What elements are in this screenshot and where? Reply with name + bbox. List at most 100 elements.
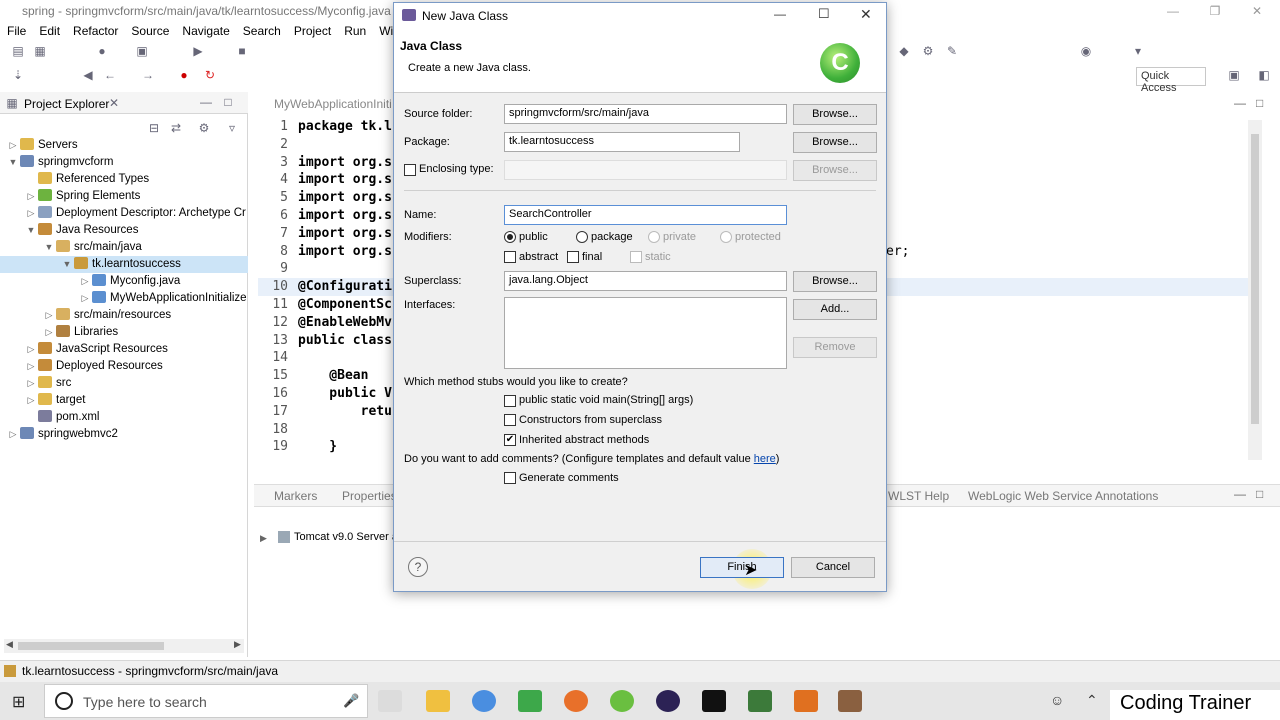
enclosing-type-checkbox[interactable] xyxy=(404,164,416,176)
collapsed-chevron-icon[interactable]: ▷ xyxy=(8,426,18,443)
editor-minimize-icon[interactable]: — xyxy=(1234,96,1246,110)
maximize-view-icon[interactable]: □ xyxy=(220,94,236,110)
view-menu-icon[interactable]: ▿ xyxy=(224,120,240,136)
dialog-maximize-icon[interactable]: ☐ xyxy=(818,6,830,22)
collapsed-chevron-icon[interactable]: ▷ xyxy=(44,324,54,341)
package-field[interactable]: tk.learntosuccess xyxy=(504,132,740,152)
tab-wlst-help[interactable]: WLST Help xyxy=(888,489,949,503)
menu-file[interactable]: File xyxy=(0,22,32,38)
active-app-icon[interactable] xyxy=(838,690,862,712)
record-icon[interactable]: ● xyxy=(176,67,192,83)
collapsed-chevron-icon[interactable]: ▷ xyxy=(80,290,90,307)
menu-project[interactable]: Project xyxy=(287,22,337,38)
chrome-icon[interactable] xyxy=(472,690,496,712)
modifier-private-radio[interactable] xyxy=(648,231,660,243)
add-interface-button[interactable]: Add... xyxy=(793,299,877,320)
stub-main-checkbox[interactable] xyxy=(504,395,516,407)
collapsed-chevron-icon[interactable]: ▷ xyxy=(26,188,36,205)
horizontal-scrollbar[interactable]: ◀ ▶ xyxy=(4,639,244,653)
tree-item[interactable]: ▷ JavaScript Resources xyxy=(0,341,248,358)
restore-icon[interactable]: ❐ xyxy=(1192,0,1238,22)
windows-start-icon[interactable]: ⊞ xyxy=(12,692,32,711)
browse-source-folder-button[interactable]: Browse... xyxy=(793,104,877,125)
superclass-field[interactable]: java.lang.Object xyxy=(504,271,787,291)
notepad-icon[interactable] xyxy=(748,690,772,712)
filter-icon[interactable]: ⚙ xyxy=(196,120,212,136)
expanded-chevron-icon[interactable]: ▼ xyxy=(8,154,18,171)
spring-tool-icon[interactable] xyxy=(610,690,634,712)
taskbar-search[interactable]: Type here to search 🎤 xyxy=(44,684,368,718)
menu-refactor[interactable]: Refactor xyxy=(66,22,124,38)
scroll-right-icon[interactable]: ▶ xyxy=(234,639,241,650)
collapsed-chevron-icon[interactable]: ▷ xyxy=(26,341,36,358)
static-checkbox[interactable] xyxy=(630,251,642,263)
gear-icon[interactable]: ⚙ xyxy=(920,43,936,59)
class-name-field[interactable]: SearchController xyxy=(504,205,787,225)
configure-templates-link[interactable]: here xyxy=(754,453,776,465)
camtasia-icon[interactable] xyxy=(518,690,542,712)
menu-navigate[interactable]: Navigate xyxy=(175,22,235,38)
tree-item[interactable]: ▷ Deployment Descriptor: Archetype Cr xyxy=(0,205,248,222)
tab-properties[interactable]: Properties xyxy=(342,489,397,503)
tree-item[interactable]: ▷ src xyxy=(0,375,248,392)
pin-icon[interactable]: ✎ xyxy=(944,43,960,59)
tree-item[interactable]: ▷ Deployed Resources xyxy=(0,358,248,375)
tree-item[interactable]: ▼ tk.learntosuccess xyxy=(0,256,248,273)
server-entry[interactable]: Tomcat v9.0 Server a xyxy=(294,531,398,543)
menu-source[interactable]: Source xyxy=(124,22,175,38)
help-icon[interactable]: ? xyxy=(408,557,428,577)
browse-package-button[interactable]: Browse... xyxy=(793,132,877,153)
tree-item[interactable]: ▷ Servers xyxy=(0,137,248,154)
browse-enclosing-type-button[interactable]: Browse... xyxy=(793,160,877,181)
terminal-icon[interactable] xyxy=(702,690,726,712)
stub-constructors-checkbox[interactable] xyxy=(504,414,516,426)
tray-chevron-icon[interactable]: ⌃ xyxy=(1086,692,1098,709)
back-icon[interactable]: ◀ xyxy=(80,67,96,83)
tree-item[interactable]: ▷ Libraries xyxy=(0,324,248,341)
people-icon[interactable]: ☺ xyxy=(1050,692,1064,708)
forward-arrow-icon[interactable]: → xyxy=(140,67,156,83)
tree-item[interactable]: ▷ springwebmvc2 xyxy=(0,426,248,443)
microphone-icon[interactable]: 🎤 xyxy=(343,693,359,709)
tree-item[interactable]: pom.xml xyxy=(0,409,248,426)
tree-item[interactable]: ▷ target xyxy=(0,392,248,409)
tree-item[interactable]: ▷ MyWebApplicationInitialize xyxy=(0,290,248,307)
scroll-left-icon[interactable]: ◀ xyxy=(6,639,13,650)
dropdown-icon[interactable]: ▾ xyxy=(1130,43,1146,59)
final-checkbox[interactable] xyxy=(567,251,579,263)
modifier-protected-radio[interactable] xyxy=(720,231,732,243)
collapsed-chevron-icon[interactable]: ▷ xyxy=(8,137,18,154)
expanded-chevron-icon[interactable]: ▼ xyxy=(62,256,72,273)
expand-icon[interactable]: ▶ xyxy=(260,533,267,544)
task-view-icon[interactable] xyxy=(378,690,402,712)
plugin-icon[interactable]: ◆ xyxy=(896,43,912,59)
source-folder-field[interactable]: springmvcform/src/main/java xyxy=(504,104,787,124)
console-icon[interactable]: ▣ xyxy=(134,43,150,59)
modifier-package-radio[interactable] xyxy=(576,231,588,243)
menu-search[interactable]: Search xyxy=(236,22,287,38)
tree-item[interactable]: ▷ Myconfig.java xyxy=(0,273,248,290)
modifier-public-radio[interactable] xyxy=(504,231,516,243)
editor-maximize-icon[interactable]: □ xyxy=(1256,96,1263,110)
collapsed-chevron-icon[interactable]: ▷ xyxy=(44,307,54,324)
tree-item[interactable]: ▼ springmvcform xyxy=(0,154,248,171)
minimize-view-icon[interactable]: — xyxy=(198,94,214,110)
firefox-icon[interactable] xyxy=(564,690,588,712)
java-ee-perspective-icon[interactable]: ◧ xyxy=(1256,67,1272,83)
collapsed-chevron-icon[interactable]: ▷ xyxy=(26,375,36,392)
tree-item[interactable]: ▷ src/main/resources xyxy=(0,307,248,324)
tree-item[interactable]: ▷ Spring Elements xyxy=(0,188,248,205)
back-arrow-icon[interactable]: ← xyxy=(102,67,118,83)
editor-scrollbar-thumb[interactable] xyxy=(1251,134,1259,424)
stub-inherited-checkbox[interactable]: ✔ xyxy=(504,434,516,446)
expanded-chevron-icon[interactable]: ▼ xyxy=(26,222,36,239)
minimize-icon[interactable]: — xyxy=(1150,0,1196,22)
finish-button[interactable]: Finish xyxy=(700,557,784,578)
bookmark-icon[interactable]: ⇣ xyxy=(10,67,26,83)
close-tab-icon[interactable]: ✕ xyxy=(106,95,122,111)
debug-icon[interactable]: ● xyxy=(94,43,110,59)
tree-item[interactable]: ▼ Java Resources xyxy=(0,222,248,239)
collapsed-chevron-icon[interactable]: ▷ xyxy=(26,392,36,409)
stop-icon[interactable]: ■ xyxy=(234,43,250,59)
run-icon[interactable]: ▶ xyxy=(190,43,206,59)
